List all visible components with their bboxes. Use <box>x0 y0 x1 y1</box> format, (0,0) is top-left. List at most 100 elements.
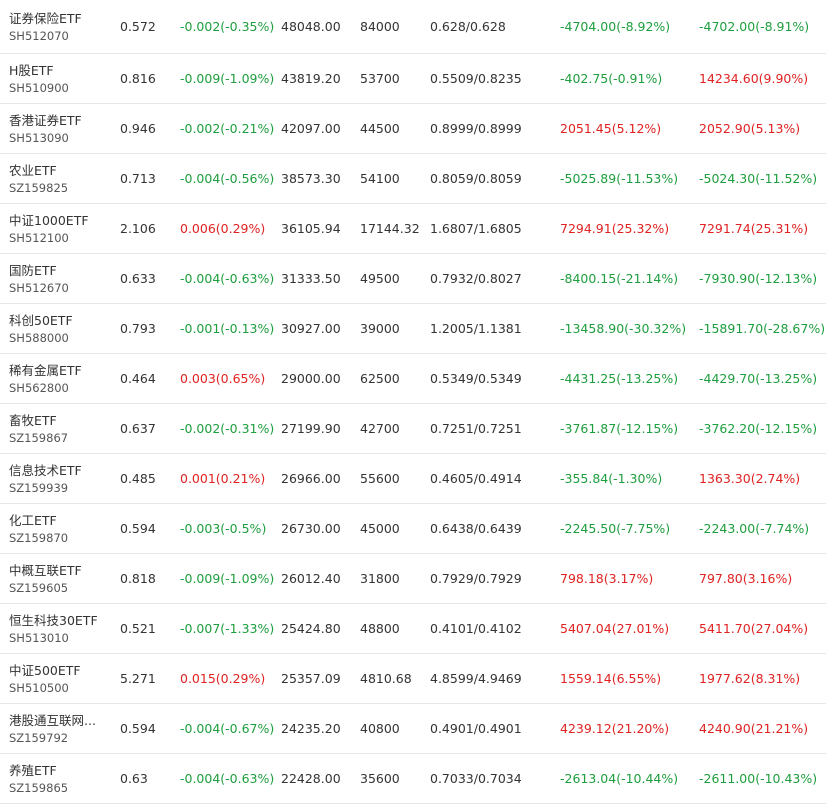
fund-name-link[interactable]: 港股通互联网... <box>9 712 96 729</box>
fund-name-link[interactable]: 国防ETF <box>9 262 57 279</box>
flow1-cell: 2051.45(5.12%) <box>560 121 662 136</box>
shares-cell: 39000 <box>360 321 400 336</box>
fund-code: SH512100 <box>9 230 69 245</box>
shares-cell: 54100 <box>360 171 400 186</box>
fund-code: SH510900 <box>9 80 69 95</box>
fund-cell: 科创50ETF SH588000 <box>9 304 109 353</box>
shares-cell: 35600 <box>360 771 400 786</box>
table-row[interactable]: 香港证券ETF SH513090 0.946 -0.002(-0.21%) 42097.… <box>0 104 826 154</box>
flow1-cell: -3761.87(-12.15%) <box>560 421 679 436</box>
fund-name-link[interactable]: H股ETF <box>9 62 54 79</box>
nav-cell: 0.6438/0.6439 <box>430 521 522 536</box>
fund-cell: 香港证券ETF SH513090 <box>9 104 109 153</box>
fund-name-link[interactable]: 养殖ETF <box>9 762 57 779</box>
table-row[interactable]: 农业ETF SZ159825 0.713 -0.004(-0.56%) 38573.30… <box>0 154 826 204</box>
flow1-cell: 5407.04(27.01%) <box>560 621 670 636</box>
table-row[interactable]: 恒生科技30ETF SH513010 0.521 -0.007(-1.33%) 2542… <box>0 604 826 654</box>
nav-cell: 0.5349/0.5349 <box>430 371 522 386</box>
fund-name-link[interactable]: 中证1000ETF <box>9 212 89 229</box>
amount-cell: 42097.00 <box>281 121 341 136</box>
fund-name-link[interactable]: 畜牧ETF <box>9 412 57 429</box>
table-row[interactable]: 中证1000ETF SH512100 2.106 0.006(0.29%) 36105.… <box>0 204 826 254</box>
fund-cell: 畜牧ETF SZ159867 <box>9 404 109 453</box>
shares-cell: 45000 <box>360 521 400 536</box>
change-cell: 0.015(0.29%) <box>180 671 266 686</box>
price-cell: 2.106 <box>120 221 156 236</box>
shares-cell: 42700 <box>360 421 400 436</box>
fund-cell: 国防ETF SH512670 <box>9 254 109 303</box>
shares-cell: 40800 <box>360 721 400 736</box>
flow2-cell: -4429.70(-13.25%) <box>699 371 818 386</box>
fund-name-link[interactable]: 中证500ETF <box>9 662 81 679</box>
price-cell: 5.271 <box>120 671 156 686</box>
amount-cell: 25424.80 <box>281 621 341 636</box>
fund-code: SH512670 <box>9 280 69 295</box>
change-cell: -0.009(-1.09%) <box>180 571 275 586</box>
table-row[interactable]: 国防ETF SH512670 0.633 -0.004(-0.63%) 31333.50… <box>0 254 826 304</box>
table-row[interactable]: 稀有金属ETF SH562800 0.464 0.003(0.65%) 29000.00… <box>0 354 826 404</box>
nav-cell: 1.6807/1.6805 <box>430 221 522 236</box>
flow1-cell: -402.75(-0.91%) <box>560 71 663 86</box>
amount-cell: 24235.20 <box>281 721 341 736</box>
price-cell: 0.594 <box>120 721 156 736</box>
change-cell: -0.009(-1.09%) <box>180 71 275 86</box>
flow2-cell: -5024.30(-11.52%) <box>699 171 818 186</box>
nav-cell: 0.628/0.628 <box>430 19 506 34</box>
table-row[interactable]: 信息技术ETF SZ159939 0.485 0.001(0.21%) 26966.00… <box>0 454 826 504</box>
table-row[interactable]: 畜牧ETF SZ159867 0.637 -0.002(-0.31%) 27199.90… <box>0 404 826 454</box>
amount-cell: 48048.00 <box>281 19 341 34</box>
fund-code: SZ159867 <box>9 430 69 445</box>
table-row[interactable]: 港股通互联网... SZ159792 0.594 -0.004(-0.67%) 2423… <box>0 704 826 754</box>
price-cell: 0.946 <box>120 121 156 136</box>
flow1-cell: 4239.12(21.20%) <box>560 721 670 736</box>
nav-cell: 0.7033/0.7034 <box>430 771 522 786</box>
change-cell: -0.002(-0.31%) <box>180 421 275 436</box>
fund-cell: 化工ETF SZ159870 <box>9 504 109 553</box>
flow1-cell: 7294.91(25.32%) <box>560 221 670 236</box>
table-row[interactable]: 证券保险ETF SH512070 0.572 -0.002(-0.35%) 48048.… <box>0 0 826 54</box>
price-cell: 0.63 <box>120 771 148 786</box>
fund-cell: 中证1000ETF SH512100 <box>9 204 109 253</box>
nav-cell: 4.8599/4.9469 <box>430 671 522 686</box>
fund-code: SZ159825 <box>9 180 69 195</box>
fund-code: SH562800 <box>9 380 69 395</box>
table-row[interactable]: 中证500ETF SH510500 5.271 0.015(0.29%) 25357.0… <box>0 654 826 704</box>
shares-cell: 17144.32 <box>360 221 420 236</box>
amount-cell: 26012.40 <box>281 571 341 586</box>
price-cell: 0.521 <box>120 621 156 636</box>
flow2-cell: 797.80(3.16%) <box>699 571 793 586</box>
amount-cell: 27199.90 <box>281 421 341 436</box>
flow2-cell: 1363.30(2.74%) <box>699 471 801 486</box>
fund-code: SH513010 <box>9 630 69 645</box>
shares-cell: 62500 <box>360 371 400 386</box>
fund-code: SH512070 <box>9 28 69 43</box>
fund-name-link[interactable]: 化工ETF <box>9 512 57 529</box>
table-row[interactable]: 科创50ETF SH588000 0.793 -0.001(-0.13%) 30927.… <box>0 304 826 354</box>
fund-cell: 中证500ETF SH510500 <box>9 654 109 703</box>
flow2-cell: 2052.90(5.13%) <box>699 121 801 136</box>
fund-name-link[interactable]: 中概互联ETF <box>9 562 82 579</box>
price-cell: 0.594 <box>120 521 156 536</box>
change-cell: 0.003(0.65%) <box>180 371 266 386</box>
fund-code: SH513090 <box>9 130 69 145</box>
fund-cell: 恒生科技30ETF SH513010 <box>9 604 109 653</box>
fund-cell: 证券保险ETF SH512070 <box>9 0 109 53</box>
table-row[interactable]: 养殖ETF SZ159865 0.63 -0.004(-0.63%) 22428.00 3… <box>0 754 826 804</box>
fund-name-link[interactable]: 证券保险ETF <box>9 10 82 27</box>
change-cell: -0.004(-0.56%) <box>180 171 275 186</box>
table-row[interactable]: H股ETF SH510900 0.816 -0.009(-1.09%) 43819.20… <box>0 54 826 104</box>
nav-cell: 0.8999/0.8999 <box>430 121 522 136</box>
fund-name-link[interactable]: 恒生科技30ETF <box>9 612 98 629</box>
fund-name-link[interactable]: 香港证券ETF <box>9 112 82 129</box>
table-row[interactable]: 中概互联ETF SZ159605 0.818 -0.009(-1.09%) 26012.… <box>0 554 826 604</box>
table-row[interactable]: 化工ETF SZ159870 0.594 -0.003(-0.5%) 26730.00 4… <box>0 504 826 554</box>
shares-cell: 84000 <box>360 19 400 34</box>
fund-name-link[interactable]: 信息技术ETF <box>9 462 82 479</box>
flow2-cell: 4240.90(21.21%) <box>699 721 809 736</box>
change-cell: -0.004(-0.63%) <box>180 771 275 786</box>
price-cell: 0.713 <box>120 171 156 186</box>
fund-name-link[interactable]: 稀有金属ETF <box>9 362 82 379</box>
fund-name-link[interactable]: 科创50ETF <box>9 312 73 329</box>
flow1-cell: -2613.04(-10.44%) <box>560 771 679 786</box>
fund-name-link[interactable]: 农业ETF <box>9 162 57 179</box>
